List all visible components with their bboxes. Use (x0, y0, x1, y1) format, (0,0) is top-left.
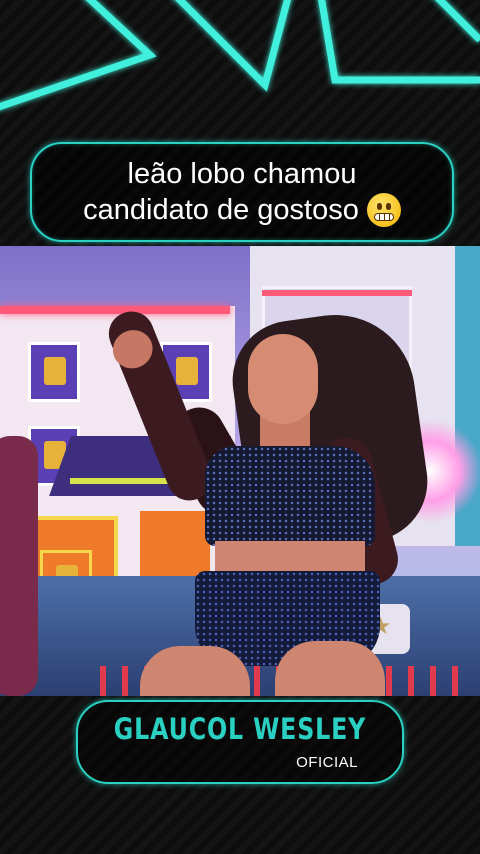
caption-box: leão lobo chamou candidato de gostoso (30, 142, 454, 242)
brand-name: GLAUCOL WESLEY (113, 712, 367, 746)
caption-line-2-row: candidato de gostoso (83, 192, 401, 228)
video-frame[interactable]: ★ (0, 246, 480, 696)
grimacing-face-icon (366, 193, 401, 227)
caption-line-2: candidato de gostoso (83, 194, 359, 226)
dancer-figure (102, 266, 436, 696)
caption-line-1: leão lobo chamou (127, 158, 357, 190)
brand-badge: GLAUCOL WESLEY OFICIAL (76, 700, 404, 784)
brand-subtitle: OFICIAL (296, 754, 358, 771)
neon-chevron-decoration (0, 0, 480, 111)
set-window (28, 342, 80, 402)
background-dancer (0, 436, 38, 696)
